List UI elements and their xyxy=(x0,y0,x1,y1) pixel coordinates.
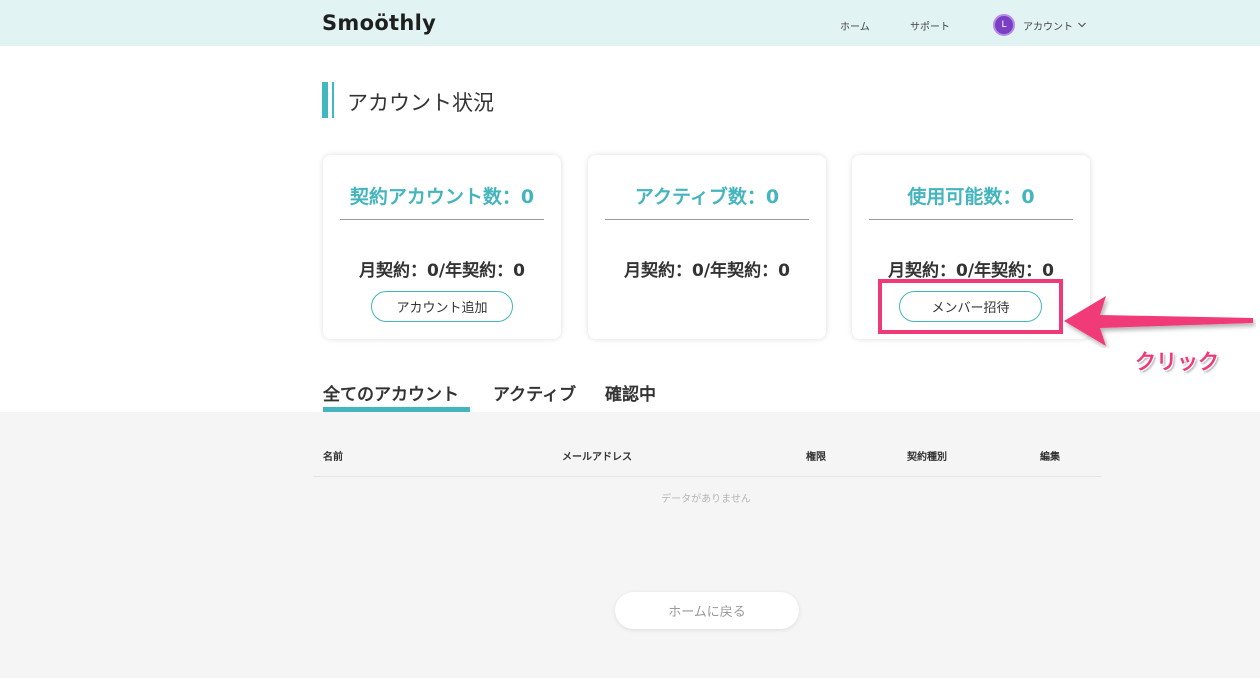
column-header-edit: 編集 xyxy=(1040,452,1060,463)
page-title: アカウント状況 xyxy=(347,91,494,115)
column-header-contract-type: 契約種別 xyxy=(907,452,947,463)
chevron-down-icon xyxy=(1078,22,1086,28)
highlight-box xyxy=(878,279,1063,334)
contract-accounts-card: 契約アカウント数：0 月契約：0/年契約：0 アカウント追加 xyxy=(323,155,561,339)
card-divider xyxy=(605,219,809,220)
avatar: L xyxy=(993,14,1015,36)
add-account-button[interactable]: アカウント追加 xyxy=(371,291,513,322)
account-menu[interactable]: L アカウント xyxy=(993,14,1087,36)
title-accent-bar-thin xyxy=(332,82,334,118)
card-title: 使用可能数：0 xyxy=(907,186,1035,208)
tab-pending[interactable]: 確認中 xyxy=(605,380,656,405)
tab-selected-underline xyxy=(323,407,470,412)
card-subtitle: 月契約：0/年契約：0 xyxy=(359,261,525,281)
empty-table-message: データがありません xyxy=(661,494,751,505)
card-subtitle: 月契約：0/年契約：0 xyxy=(888,261,1054,281)
tab-active[interactable]: アクティブ xyxy=(493,380,576,405)
app-logo[interactable]: Smoöthly xyxy=(322,11,436,35)
account-menu-label: アカウント xyxy=(1023,21,1073,33)
title-accent-bar xyxy=(322,82,328,118)
card-divider xyxy=(340,219,544,220)
column-header-email: メールアドレス xyxy=(562,452,632,463)
nav-home-link[interactable]: ホーム xyxy=(840,18,870,33)
tab-all-accounts[interactable]: 全てのアカウント xyxy=(323,380,459,405)
active-count-card: アクティブ数：0 月契約：0/年契約：0 xyxy=(588,155,826,339)
pointer-arrow-icon xyxy=(1064,296,1253,346)
card-subtitle: 月契約：0/年契約：0 xyxy=(624,261,790,281)
column-header-name: 名前 xyxy=(323,452,343,463)
column-header-role: 権限 xyxy=(806,452,826,463)
nav-support-link[interactable]: サポート xyxy=(910,18,950,33)
card-divider xyxy=(869,219,1073,220)
click-annotation-label: クリック xyxy=(1135,350,1219,374)
card-title: アクティブ数：0 xyxy=(634,186,780,208)
top-header: Smoöthly ホーム サポート L アカウント xyxy=(0,0,1260,46)
table-header-divider xyxy=(313,476,1101,477)
card-title: 契約アカウント数：0 xyxy=(349,186,535,208)
back-to-home-button[interactable]: ホームに戻る xyxy=(615,592,799,629)
